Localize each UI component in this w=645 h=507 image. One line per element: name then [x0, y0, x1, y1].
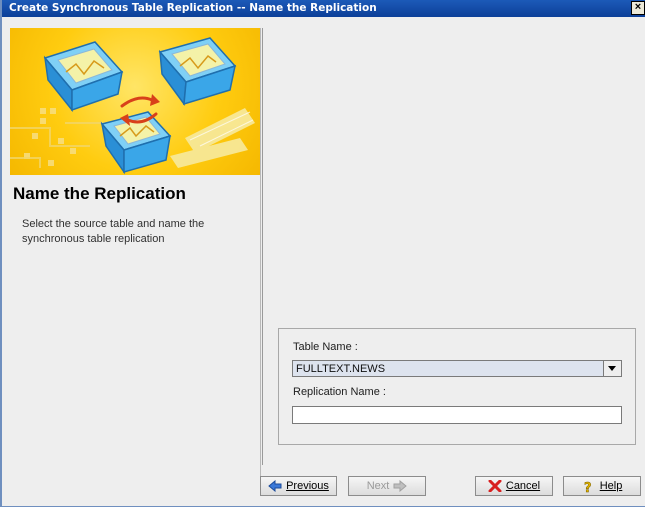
title-bar[interactable]: Create Synchronous Table Replication -- …: [2, 0, 645, 17]
close-button[interactable]: ×: [631, 1, 645, 15]
cancel-label: Cancel: [505, 480, 541, 492]
arrow-left-icon: [268, 479, 282, 493]
previous-label: Previous: [286, 480, 329, 492]
help-question-icon: ?: [582, 480, 596, 497]
window-title: Create Synchronous Table Replication -- …: [9, 2, 377, 14]
dropdown-arrow-icon[interactable]: [603, 361, 621, 376]
replication-banner-image: [10, 28, 260, 175]
step-description: Select the source table and name the syn…: [22, 218, 205, 245]
replication-illustration: [10, 37, 255, 175]
replication-form: Table Name : FULLTEXT.NEWS Replication N…: [278, 328, 636, 445]
next-button[interactable]: Next: [348, 476, 426, 496]
replication-name-input[interactable]: [292, 406, 622, 424]
help-button[interactable]: ? Help: [563, 476, 641, 496]
arrow-right-icon: [393, 479, 408, 493]
replication-name-label: Replication Name :: [293, 386, 386, 398]
step-heading: Name the Replication: [13, 184, 186, 203]
svg-text:?: ?: [584, 481, 592, 494]
panel-divider: [262, 28, 263, 465]
table-name-label: Table Name :: [293, 341, 358, 353]
help-label: Help: [599, 480, 623, 492]
table-name-value: FULLTEXT.NEWS: [296, 363, 386, 375]
cancel-x-icon: [488, 479, 502, 493]
wizard-info-panel: Name the Replication Select the source t…: [10, 28, 261, 494]
next-label: Next: [366, 480, 390, 492]
dialog-window: Create Synchronous Table Replication -- …: [0, 0, 645, 507]
close-icon: ×: [634, 1, 642, 13]
table-name-select[interactable]: FULLTEXT.NEWS: [292, 360, 622, 377]
cancel-button[interactable]: Cancel: [475, 476, 553, 496]
previous-button[interactable]: Previous: [260, 476, 337, 496]
